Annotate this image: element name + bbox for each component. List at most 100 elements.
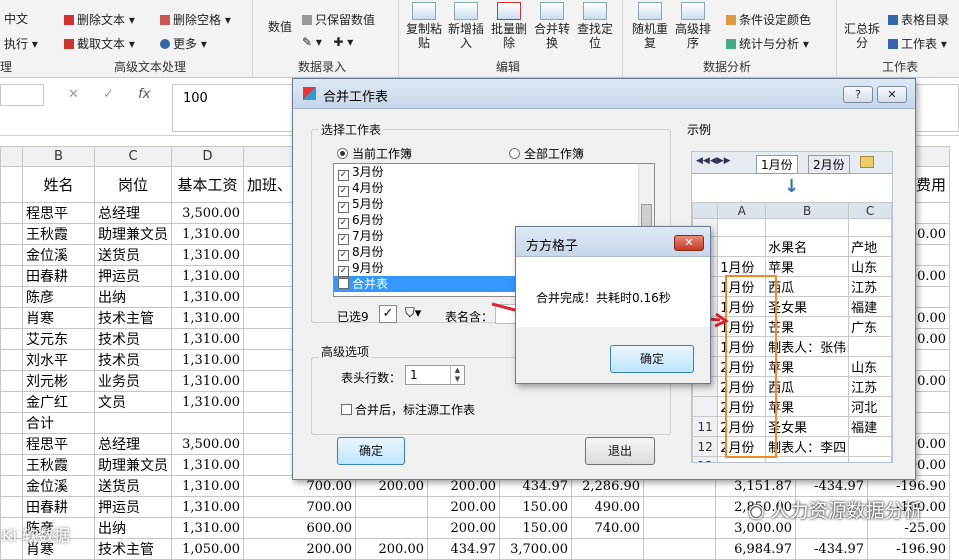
cell[interactable]: 1,310.00 <box>171 349 244 371</box>
header-rows-stepper[interactable]: 1 ▲ ▼ <box>405 365 465 385</box>
dialog-titlebar[interactable]: 合并工作表 ? ✕ <box>293 79 915 109</box>
cancel-icon[interactable]: ✕ <box>68 87 79 102</box>
cell[interactable] <box>643 517 717 539</box>
check-all-icon[interactable]: ✓ <box>379 305 397 323</box>
cell[interactable]: 1,310.00 <box>171 286 244 308</box>
function-icon[interactable]: fx <box>138 87 150 102</box>
cell[interactable] <box>0 391 23 413</box>
cell[interactable]: 1,310.00 <box>171 517 244 539</box>
cell[interactable]: 1,310.00 <box>171 454 244 476</box>
cell[interactable] <box>571 538 645 560</box>
cell[interactable]: 送货员 <box>94 244 172 266</box>
exit-button[interactable]: 退出 <box>585 437 655 465</box>
cell[interactable]: 助理兼文员 <box>94 223 172 245</box>
cell[interactable]: 200.00 <box>355 538 429 560</box>
ribbon-advanced-sort[interactable]: 高级排序 <box>673 2 713 50</box>
cell[interactable] <box>643 538 717 560</box>
cell[interactable] <box>0 433 23 455</box>
cell[interactable] <box>355 496 429 518</box>
cell[interactable]: 1,310.00 <box>171 328 244 350</box>
cell[interactable]: B <box>22 146 95 167</box>
cell[interactable] <box>0 412 23 434</box>
sheet-list-item[interactable]: ✓ 4月份 <box>334 180 654 197</box>
cell[interactable] <box>0 166 23 203</box>
cell[interactable]: 200.00 <box>242 538 357 560</box>
ribbon-item-execute[interactable]: 执行 ▾ <box>4 35 38 52</box>
cell[interactable]: 490.00 <box>571 496 645 518</box>
cell[interactable]: 技术员 <box>94 349 172 371</box>
cell[interactable]: 1,310.00 <box>171 223 244 245</box>
cell[interactable]: 技术员 <box>94 328 172 350</box>
cell[interactable]: 金位溪 <box>22 475 95 497</box>
cell[interactable]: 6,984.97 <box>715 538 797 560</box>
ribbon-sheet-index[interactable]: 表格目录 <box>888 11 949 28</box>
ribbon-edit-small[interactable]: ✎ ▾ ✚ ▾ <box>302 35 353 49</box>
cell[interactable]: -196.90 <box>867 538 951 560</box>
ribbon-conditional-color[interactable]: 条件设定颜色 <box>726 11 811 28</box>
ribbon-more[interactable]: 更多 ▾ <box>160 35 207 52</box>
cell[interactable]: 业务员 <box>94 370 172 392</box>
spinner-arrows-icon[interactable]: ▲ ▼ <box>450 366 464 384</box>
sheet-list-item[interactable]: ✓ 5月份 <box>334 196 654 213</box>
cell[interactable]: 王秋霞 <box>22 454 95 476</box>
cell[interactable]: 程思平 <box>22 433 95 455</box>
ribbon-delete-text[interactable]: 删除文本 ▾ <box>64 11 135 28</box>
cell[interactable]: 150.00 <box>499 517 573 539</box>
cell[interactable]: 助理兼文员 <box>94 454 172 476</box>
cell[interactable]: 刘元彬 <box>22 370 95 392</box>
cell[interactable] <box>0 265 23 287</box>
mark-source-checkbox[interactable]: 合并后，标注源工作表 <box>341 401 475 418</box>
cell[interactable]: 1,310.00 <box>171 496 244 518</box>
cell[interactable] <box>0 349 23 371</box>
cell[interactable] <box>0 286 23 308</box>
cell[interactable] <box>0 328 23 350</box>
ribbon-value-button[interactable]: 数值 <box>262 20 298 34</box>
cell[interactable]: 送货员 <box>94 475 172 497</box>
cell[interactable]: 程思平 <box>22 202 95 224</box>
cell[interactable]: 200.00 <box>427 517 501 539</box>
cell[interactable]: 1,310.00 <box>171 475 244 497</box>
cell[interactable]: 姓名 <box>22 166 95 203</box>
cell[interactable] <box>0 223 23 245</box>
cell[interactable] <box>171 412 244 434</box>
cell[interactable]: 合计 <box>22 412 95 434</box>
cell[interactable] <box>0 146 23 167</box>
ribbon-extract-text[interactable]: 截取文本 ▾ <box>64 35 135 52</box>
cell[interactable]: 田春耕 <box>22 265 95 287</box>
cell[interactable]: 700.00 <box>242 496 357 518</box>
cell[interactable]: 押运员 <box>94 496 172 518</box>
cell[interactable]: 1,310.00 <box>171 265 244 287</box>
cell[interactable]: 3,700.00 <box>499 538 573 560</box>
cell[interactable]: 1,050.00 <box>171 538 244 560</box>
ribbon-merge-convert[interactable]: 合并转换 <box>532 2 572 50</box>
cell[interactable]: 1,310.00 <box>171 391 244 413</box>
message-ok-button[interactable]: 确定 <box>610 345 694 373</box>
ribbon-summary-split[interactable]: 汇总拆分 <box>840 22 884 50</box>
cell[interactable]: 200.00 <box>427 496 501 518</box>
cell[interactable]: 出纳 <box>94 286 172 308</box>
confirm-icon[interactable]: ✓ <box>103 87 114 102</box>
cell[interactable]: 3,500.00 <box>171 202 244 224</box>
ribbon-copy-paste[interactable]: 复制粘贴 <box>404 2 444 50</box>
cell[interactable]: 艾元东 <box>22 328 95 350</box>
ribbon-delete-spaces[interactable]: 删除空格 ▾ <box>160 11 231 28</box>
cell[interactable]: 1,310.00 <box>171 244 244 266</box>
name-box[interactable] <box>0 84 44 106</box>
cell[interactable]: 陈彦 <box>22 286 95 308</box>
ribbon-batch-delete[interactable]: 批量删除 <box>489 2 529 50</box>
cell[interactable]: 1,310.00 <box>171 307 244 329</box>
cell[interactable]: 岗位 <box>94 166 172 203</box>
ribbon-keep-numbers[interactable]: 只保留数值 <box>302 11 375 28</box>
cell[interactable]: 总经理 <box>94 433 172 455</box>
ribbon-insert[interactable]: 新增插入 <box>446 2 486 50</box>
radio-current-workbook[interactable]: 当前工作簿 <box>337 145 412 162</box>
cell[interactable]: 3,500.00 <box>171 433 244 455</box>
cell[interactable] <box>0 475 23 497</box>
cell[interactable]: 1,310.00 <box>171 370 244 392</box>
cell[interactable]: 600.00 <box>242 517 357 539</box>
cell[interactable]: 刘水平 <box>22 349 95 371</box>
cell[interactable] <box>355 517 429 539</box>
ribbon-item-chinese[interactable]: 中文 <box>4 10 28 27</box>
radio-all-workbooks[interactable]: 全部工作簿 <box>509 145 584 162</box>
cell[interactable]: 押运员 <box>94 265 172 287</box>
